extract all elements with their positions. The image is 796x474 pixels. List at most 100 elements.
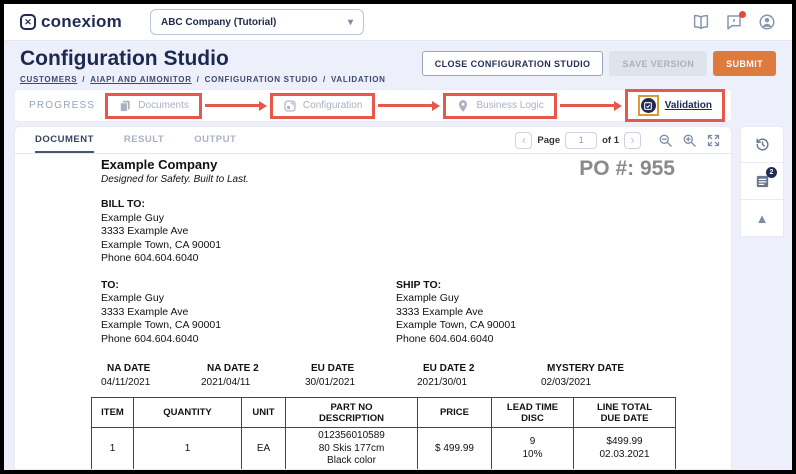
breadcrumb-configuration-studio: CONFIGURATION STUDIO (205, 75, 318, 84)
progress-bar: PROGRESS Documents (14, 89, 732, 122)
conexiom-logo-text: conexiom (41, 12, 122, 32)
page-controls: ‹ Page of 1 › (515, 132, 721, 149)
save-version-button: SAVE VERSION (609, 51, 707, 76)
user-avatar-icon[interactable] (758, 13, 776, 31)
progress-label: PROGRESS (29, 100, 95, 111)
progress-step-documents[interactable]: Documents (105, 93, 202, 119)
breadcrumb-separator: / (323, 75, 326, 84)
tab-document[interactable]: DOCUMENT (35, 127, 94, 153)
breadcrumb-customers[interactable]: CUSTOMERS (20, 75, 77, 84)
validation-check-icon (641, 98, 656, 113)
to-label: TO: (101, 279, 396, 293)
breadcrumb: CUSTOMERS / AIAPI AND AIMONITOR / CONFIG… (20, 75, 386, 84)
topbar-icons (692, 13, 776, 31)
zoom-out-icon[interactable] (658, 133, 673, 148)
document-tagline: Designed for Safety. Built to Last. (101, 174, 249, 185)
annotation-arrow (560, 101, 622, 111)
bill-to-label: BILL TO: (101, 198, 731, 212)
breadcrumb-separator: / (197, 75, 200, 84)
date-field: NA DATE 04/11/2021 (101, 363, 201, 388)
progress-step-validation[interactable]: Validation (625, 89, 725, 122)
tab-result[interactable]: RESULT (124, 127, 164, 153)
page-label: Page (537, 135, 560, 146)
column-header: ITEM (92, 398, 134, 428)
annotation-gold-box (638, 95, 659, 116)
company-selector-value: ABC Company (Tutorial) (161, 17, 276, 28)
line-items-table: ITEM QUANTITY UNIT PART NO DESCRIPTION P… (91, 397, 676, 469)
company-selector[interactable]: ABC Company (Tutorial) ▾ (150, 9, 364, 35)
to-address: Example Guy 3333 Example Ave Example Tow… (101, 292, 396, 346)
history-icon (754, 136, 771, 153)
content-area: PROGRESS Documents (4, 89, 792, 470)
purchase-order-document: Example Company Designed for Safety. Bui… (15, 154, 731, 469)
table-cell: $499.99 02.03.2021 (574, 428, 676, 470)
breadcrumb-customer-name[interactable]: AIAPI AND AIMONITOR (90, 75, 191, 84)
chevron-down-icon: ▾ (348, 17, 353, 28)
column-header: QUANTITY (134, 398, 242, 428)
tab-output[interactable]: OUTPUT (194, 127, 236, 153)
column-header: LEAD TIME DISC (492, 398, 574, 428)
table-cell: 9 10% (492, 428, 574, 470)
table-cell: 1 (92, 428, 134, 470)
top-bar: ✕ conexiom ABC Company (Tutorial) ▾ (4, 4, 792, 41)
table-row: 1 1 EA 012356010589 80 Skis 177cm Black … (92, 428, 676, 470)
progress-step-label: Validation (665, 100, 712, 111)
conexiom-logo-icon: ✕ (20, 14, 36, 30)
right-tool-rail: 2 ▲ (740, 126, 784, 470)
app-window: ✕ conexiom ABC Company (Tutorial) ▾ (0, 0, 796, 474)
dates-row: NA DATE 04/11/2021 NA DATE 2 2021/04/11 … (101, 363, 731, 388)
document-viewer-panel: DOCUMENT RESULT OUTPUT ‹ Page of 1 › (14, 126, 732, 470)
progress-step-business-logic[interactable]: Business Logic (443, 93, 556, 119)
breadcrumb-validation: VALIDATION (331, 75, 386, 84)
feedback-icon[interactable] (725, 13, 743, 31)
notes-count-badge: 2 (766, 167, 777, 178)
progress-step-configuration[interactable]: Configuration (270, 93, 375, 119)
breadcrumb-separator: / (82, 75, 85, 84)
column-header: PRICE (418, 398, 492, 428)
annotation-arrow (378, 101, 440, 111)
zoom-controls (658, 133, 721, 148)
zoom-in-icon[interactable] (682, 133, 697, 148)
table-cell: $ 499.99 (418, 428, 492, 470)
page-count-label: of 1 (602, 135, 619, 146)
table-cell: 1 (134, 428, 242, 470)
table-cell: 012356010589 80 Skis 177cm Black color (286, 428, 418, 470)
history-button[interactable] (740, 126, 784, 163)
date-field: MYSTERY DATE 02/03/2021 (541, 363, 624, 388)
column-header: UNIT (242, 398, 286, 428)
date-field: EU DATE 30/01/2021 (305, 363, 417, 388)
date-field: EU DATE 2 2021/30/01 (417, 363, 541, 388)
annotation-arrow (205, 101, 267, 111)
date-field: NA DATE 2 2021/04/11 (201, 363, 305, 388)
ship-to-block: SHIP TO: Example Guy 3333 Example Ave Ex… (396, 279, 516, 347)
close-configuration-studio-button[interactable]: CLOSE CONFIGURATION STUDIO (422, 51, 604, 76)
page-number-input[interactable] (565, 132, 597, 149)
conexiom-logo: ✕ conexiom (20, 12, 122, 32)
page-header: Configuration Studio CUSTOMERS / AIAPI A… (4, 41, 792, 89)
progress-step-label: Configuration (303, 100, 362, 111)
ship-to-label: SHIP TO: (396, 279, 516, 293)
fullscreen-icon[interactable] (706, 133, 721, 148)
bill-to-address: Example Guy 3333 Example Ave Example Tow… (101, 212, 731, 266)
column-header: PART NO DESCRIPTION (286, 398, 418, 428)
documentation-book-icon[interactable] (692, 13, 710, 31)
documents-icon (118, 99, 132, 113)
progress-step-label: Documents (138, 100, 189, 111)
table-header-row: ITEM QUANTITY UNIT PART NO DESCRIPTION P… (92, 398, 676, 428)
version-notes-button[interactable]: 2 (740, 163, 784, 200)
previous-page-button[interactable]: ‹ (515, 132, 532, 149)
configuration-icon (283, 99, 297, 113)
next-page-button[interactable]: › (624, 132, 641, 149)
notification-dot (739, 11, 746, 18)
document-company-name: Example Company (101, 157, 249, 172)
po-number: PO #: 955 (579, 157, 675, 181)
page-title: Configuration Studio (20, 47, 386, 71)
submit-button[interactable]: SUBMIT (713, 51, 776, 76)
progress-step-label: Business Logic (476, 100, 543, 111)
collapse-panel-button[interactable]: ▲ (740, 200, 784, 237)
bill-to-block: BILL TO: Example Guy 3333 Example Ave Ex… (101, 198, 731, 266)
triangle-up-icon: ▲ (756, 212, 769, 225)
header-actions: CLOSE CONFIGURATION STUDIO SAVE VERSION … (422, 51, 776, 76)
table-cell: EA (242, 428, 286, 470)
ship-to-address: Example Guy 3333 Example Ave Example Tow… (396, 292, 516, 346)
